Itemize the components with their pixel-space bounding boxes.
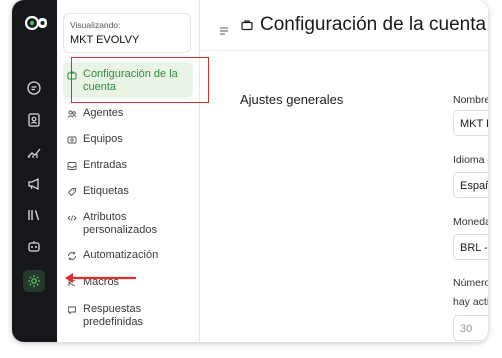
library-icon[interactable] — [26, 207, 42, 223]
nav-label: Respuestas predefinidas — [83, 303, 143, 328]
account-name: MKT EVOLVY — [70, 34, 140, 46]
reports-icon[interactable] — [26, 144, 42, 160]
settings-sidebar: Visualizando: MKT EVOLVY Configuración d… — [57, 0, 200, 342]
nav-label: Agentes — [83, 107, 124, 119]
nav-label: Entradas — [83, 159, 128, 171]
team-icon — [67, 135, 77, 145]
nav-label: Automatización — [83, 249, 159, 261]
code-icon — [67, 213, 77, 223]
campaigns-icon[interactable] — [26, 176, 42, 192]
nav-etiquetas[interactable]: Etiquetas — [67, 185, 197, 198]
menu-icon[interactable] — [220, 22, 230, 35]
settings-icon[interactable] — [26, 273, 42, 289]
nav-equipos[interactable]: Equipos — [67, 133, 197, 146]
tag-icon — [67, 187, 77, 197]
language-select[interactable]: Españo — [453, 172, 488, 198]
app-logo[interactable] — [24, 14, 47, 34]
icon-rail — [12, 0, 57, 342]
number-input[interactable]: 30 — [453, 315, 488, 341]
nav-atributos[interactable]: Atributos personalizados — [67, 211, 197, 236]
nav-agentes[interactable]: Agentes — [67, 107, 197, 120]
automation-icon — [67, 251, 77, 261]
highlight-box — [71, 57, 209, 103]
number-label-line1: Número d — [453, 277, 488, 289]
currency-select[interactable]: BRL - R — [453, 234, 488, 260]
app-window: Visualizando: MKT EVOLVY Configuración d… — [12, 0, 488, 342]
page-header: Configuración de la cuenta — [200, 0, 488, 51]
account-name-label: Nombre d — [453, 94, 488, 106]
briefcase-icon — [241, 18, 253, 31]
inbox-icon — [67, 161, 77, 171]
page-title: Configuración de la cuenta — [260, 14, 487, 35]
nav-label: Atributos personalizados — [83, 211, 157, 236]
chat-icon — [67, 305, 77, 315]
language-label: Idioma de — [453, 154, 488, 166]
currency-label: Moneda — [453, 216, 488, 228]
main-content: Configuración de la cuenta Ajustes gener… — [200, 0, 488, 342]
number-label-line2: hay activi — [453, 296, 488, 308]
section-title: Ajustes generales — [240, 92, 344, 107]
contacts-icon[interactable] — [26, 112, 42, 128]
nav-entradas[interactable]: Entradas — [67, 159, 197, 172]
account-name-input[interactable]: MKT EVOLV — [453, 110, 488, 136]
nav-label: Etiquetas — [83, 185, 129, 197]
bot-icon[interactable] — [26, 238, 42, 254]
account-label: Visualizando: — [70, 20, 121, 30]
pointer-arrow — [64, 271, 138, 285]
users-icon — [67, 109, 77, 119]
account-switcher[interactable]: Visualizando: MKT EVOLVY — [63, 13, 191, 53]
nav-respuestas[interactable]: Respuestas predefinidas — [67, 303, 197, 328]
nav-label: Equipos — [83, 133, 123, 145]
nav-automatizacion[interactable]: Automatización — [67, 249, 197, 262]
chat-icon[interactable] — [26, 80, 42, 96]
